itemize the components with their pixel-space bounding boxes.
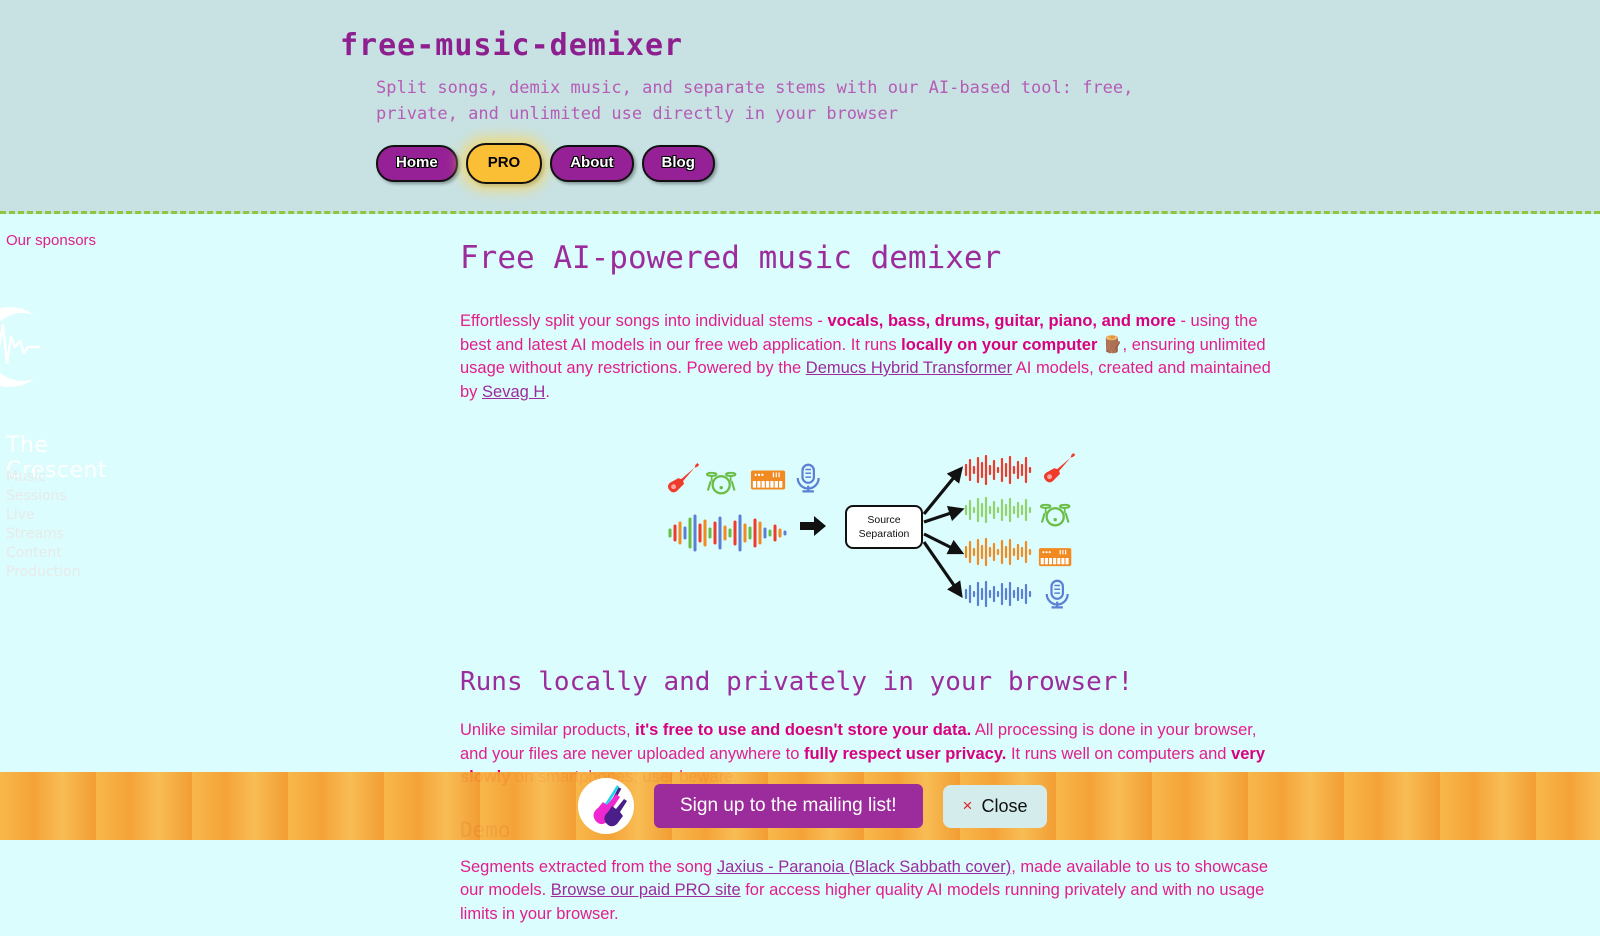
signup-mailing-list-button[interactable]: Sign up to the mailing list! — [654, 784, 923, 828]
privacy-bold-free: it's free to use and doesn't store your … — [635, 721, 972, 739]
close-icon: × — [962, 796, 973, 815]
song-link[interactable]: Jaxius - Paranoia (Black Sabbath cover) — [717, 858, 1011, 876]
pro-site-link[interactable]: Browse our paid PRO site — [551, 881, 741, 899]
output-waveform-drums — [964, 496, 1032, 524]
nav-item-home[interactable]: Home — [376, 145, 458, 182]
box-label-line1: Source — [867, 514, 900, 526]
source-separation-box: Source Separation — [845, 505, 923, 549]
output-instrument-guitar — [1043, 452, 1076, 483]
mixed-waveform — [668, 514, 787, 552]
output-waveform-guitar — [964, 454, 1032, 486]
nav-item-blog[interactable]: Blog — [641, 145, 715, 182]
intro-paragraph: Effortlessly split your songs into indiv… — [460, 310, 1280, 404]
privacy-text-3: It runs well on computers and — [1006, 744, 1232, 763]
guitars-circle-logo — [578, 778, 634, 834]
page-title: free-music-demixer — [340, 28, 684, 63]
output-instrument-microphone — [1045, 579, 1069, 609]
author-link[interactable]: Sevag H — [482, 383, 545, 401]
input-arrow — [800, 516, 826, 536]
nav-item-about[interactable]: About — [550, 145, 634, 182]
box-label-line2: Separation — [859, 528, 910, 540]
close-banner-button[interactable]: × Close — [942, 784, 1048, 828]
privacy-heading: Runs locally and privately in your brows… — [460, 667, 1134, 697]
sponsors-label: Our sponsors — [6, 232, 97, 249]
demo-paragraph: Segments extracted from the song Jaxius … — [460, 856, 1280, 927]
intro-bold-local: locally on your computer — [901, 335, 1098, 354]
output-waveform-keyboard — [964, 537, 1032, 567]
nav-item-pro[interactable]: PRO — [465, 143, 543, 184]
input-instrument-microphone — [796, 463, 820, 493]
demo-text-1: Segments extracted from the song — [460, 857, 717, 876]
computer-emoji: 🪵 — [1101, 335, 1123, 354]
intro-bold-stems: vocals, bass, drums, guitar, piano, and … — [827, 312, 1176, 330]
intro-text-1: Effortlessly split your songs into indiv… — [460, 312, 828, 330]
output-waveform-microphone — [964, 580, 1032, 608]
demucs-link[interactable]: Demucs Hybrid Transformer — [806, 359, 1012, 377]
main-heading: Free AI-powered music demixer — [460, 240, 1002, 276]
output-arrows — [922, 466, 965, 598]
input-instrument-guitar — [667, 462, 700, 493]
output-instrument-keyboard — [1038, 548, 1072, 567]
intro-text-5: . — [545, 382, 550, 401]
main-nav: Home PRO About Blog — [376, 143, 1600, 184]
output-instrument-drums — [1039, 503, 1071, 527]
input-instrument-drums — [705, 471, 737, 495]
site-tagline: Split songs, demix music, and separate s… — [376, 78, 1134, 124]
input-instrument-keyboard — [750, 470, 786, 490]
source-separation-diagram: Source Separation — [667, 452, 1076, 609]
mailing-list-banner: Sign up to the mailing list! × Close — [0, 772, 1600, 840]
privacy-text-1: Unlike similar products, — [460, 721, 636, 739]
site-header: free-music-demixer Split songs, demix mu… — [0, 0, 1600, 214]
privacy-bold-respect: fully respect user privacy. — [803, 744, 1007, 763]
close-button-label: Close — [981, 795, 1028, 816]
